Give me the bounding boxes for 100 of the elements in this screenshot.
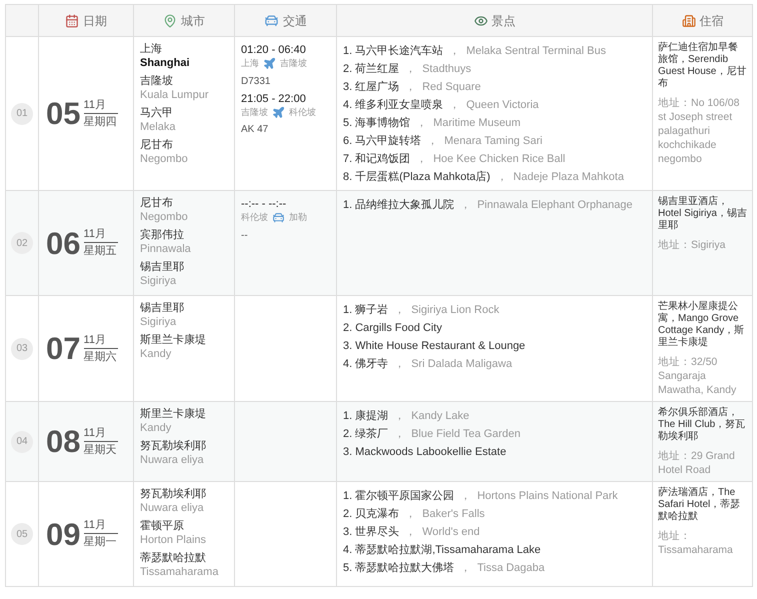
attraction-name: 贝克瀑布 xyxy=(355,507,400,522)
attraction-name: 马六甲旋转塔 xyxy=(355,134,422,149)
item-number: 5. xyxy=(343,561,352,576)
item-number: 4. xyxy=(343,98,352,113)
departure-city: 上海 xyxy=(241,57,259,70)
separator: ， xyxy=(426,134,440,149)
city-name: 霍顿平原 xyxy=(140,519,185,533)
day-number: 04 xyxy=(11,430,33,452)
column-heading: 景点 xyxy=(492,12,516,30)
building-icon xyxy=(682,14,696,28)
city-english-name: Kuala Lumpur xyxy=(140,88,210,103)
item-number: 4. xyxy=(343,357,352,372)
city-name: 斯里兰卡康堤 xyxy=(140,333,207,347)
separator: ， xyxy=(459,561,472,576)
day-of-month: 09 xyxy=(46,518,81,550)
arrival-city: 吉隆坡 xyxy=(280,57,307,70)
attraction-name: 维多利亚女皇喷泉 xyxy=(355,98,444,113)
attraction-name: Mackwoods Labookellie Estate xyxy=(355,445,506,460)
day-number: 02 xyxy=(11,232,33,254)
city-english-name: Kandy xyxy=(140,347,172,362)
month-label: 11月 xyxy=(84,227,118,243)
hotel-name: 芒果林小屋康提公寓，Mango Grove Cottage Kandy，斯里兰卡康堤 xyxy=(658,301,746,349)
attraction-name: 霍尔顿平原国家公园 xyxy=(355,488,454,504)
weekday-label: 星期天 xyxy=(84,442,118,458)
separator: ， xyxy=(415,152,428,167)
time-range: --:-- - --:-- xyxy=(241,197,288,211)
city-english-name: Kandy xyxy=(140,421,172,436)
attraction-english-name: World's end xyxy=(422,525,480,540)
separator: ， xyxy=(404,525,418,540)
time-range: 21:05 - 22:00 xyxy=(241,92,307,106)
attraction-name: 康提湖 xyxy=(355,408,388,424)
column-heading: 住宿 xyxy=(700,12,724,30)
attraction-english-name: Blue Field Tea Garden xyxy=(411,427,520,442)
attraction-english-name: Kandy Lake xyxy=(411,409,470,424)
airplane-icon xyxy=(263,57,276,70)
car-icon xyxy=(272,211,285,224)
attraction-english-name: Baker's Falls xyxy=(422,507,485,522)
attraction-name: 和记鸡饭团 xyxy=(355,152,410,167)
separator: ， xyxy=(404,507,418,522)
separator: ， xyxy=(448,44,462,59)
item-number: 8. xyxy=(343,170,352,185)
separator: ， xyxy=(393,409,406,424)
weekday-label: 星期六 xyxy=(84,350,118,364)
departure-city: 吉隆坡 xyxy=(241,106,268,118)
month-label: 11月 xyxy=(84,426,118,442)
city-name: 锡吉里耶 xyxy=(140,260,185,274)
city-name: 上海 xyxy=(140,42,163,56)
city-english-name: Nuwara eliya xyxy=(140,453,205,468)
airplane-icon xyxy=(272,106,285,119)
attraction-name: 荷兰红屋 xyxy=(355,62,400,77)
trip-code: D7331 xyxy=(241,74,272,88)
day-number: 05 xyxy=(11,523,33,545)
day-of-month: 07 xyxy=(46,333,81,364)
trip-code: -- xyxy=(241,228,249,242)
hotel-address: 地址：Tissamaharama xyxy=(658,529,734,557)
column-heading: 城市 xyxy=(181,12,205,30)
city-name: 努瓦勒埃利耶 xyxy=(140,439,207,453)
attraction-english-name: Stadthuys xyxy=(422,62,472,77)
departure-city: 科伦坡 xyxy=(241,211,268,224)
day-number: 03 xyxy=(11,338,33,360)
attraction-english-name: Tissa Dagaba xyxy=(477,561,545,576)
city-name: 锡吉里耶 xyxy=(140,301,185,315)
city-english-name: Melaka xyxy=(140,120,176,135)
attraction-name: 海事博物馆 xyxy=(355,116,410,131)
item-number: 7. xyxy=(343,152,352,167)
month-label: 11月 xyxy=(84,518,118,534)
attraction-english-name: Maritime Museum xyxy=(433,116,521,131)
item-number: 3. xyxy=(343,525,352,540)
hotel-name: 萨仁迪住宿加早餐旅馆，Serendib Guest House，尼甘布 xyxy=(658,42,747,90)
city-english-name: Shanghai xyxy=(140,56,191,71)
attraction-english-name: Melaka Sentral Terminal Bus xyxy=(466,44,606,59)
item-number: 3. xyxy=(343,80,352,95)
item-number: 1. xyxy=(343,44,352,59)
attraction-english-name: Red Square xyxy=(422,80,481,95)
attraction-name: 千层蛋糕(Plaza Mahkota店) xyxy=(355,170,490,185)
city-english-name: Nuwara eliya xyxy=(140,501,205,516)
attraction-english-name: Hoe Kee Chicken Rice Ball xyxy=(433,152,566,167)
attraction-english-name: Nadeje Plaza Mahkota xyxy=(513,170,624,185)
attraction-english-name: Pinnawala Elephant Orphanage xyxy=(477,198,633,213)
day-number: 01 xyxy=(11,102,33,124)
attraction-english-name: Hortons Plains National Park xyxy=(477,489,618,504)
item-number: 3. xyxy=(343,339,352,354)
attraction-name: 世界尽头 xyxy=(355,525,400,540)
attraction-name: 品纳维拉大象孤儿院 xyxy=(355,198,454,213)
hotel-name: 萨法瑞酒店，The Safari Hotel，蒂瑟默哈拉默 xyxy=(658,487,742,523)
city-english-name: Negombo xyxy=(140,152,189,167)
item-number: 4. xyxy=(343,543,352,558)
item-number: 2. xyxy=(343,427,352,442)
attraction-name: 绿茶厂 xyxy=(355,427,388,442)
hotel-name: 希尔俱乐部酒店，The Hill Club，努瓦勒埃利耶 xyxy=(658,407,746,443)
city-english-name: Negombo xyxy=(140,210,189,225)
item-number: 2. xyxy=(343,321,352,336)
calendar-icon xyxy=(65,14,79,28)
separator: ， xyxy=(459,489,472,504)
arrival-city: 科伦坡 xyxy=(289,106,316,118)
day-of-month: 08 xyxy=(46,426,81,457)
separator: ， xyxy=(393,427,406,442)
city-name: 尼甘布 xyxy=(140,196,174,210)
attraction-english-name: Queen Victoria xyxy=(466,98,539,113)
weekday-label: 星期一 xyxy=(84,535,118,550)
